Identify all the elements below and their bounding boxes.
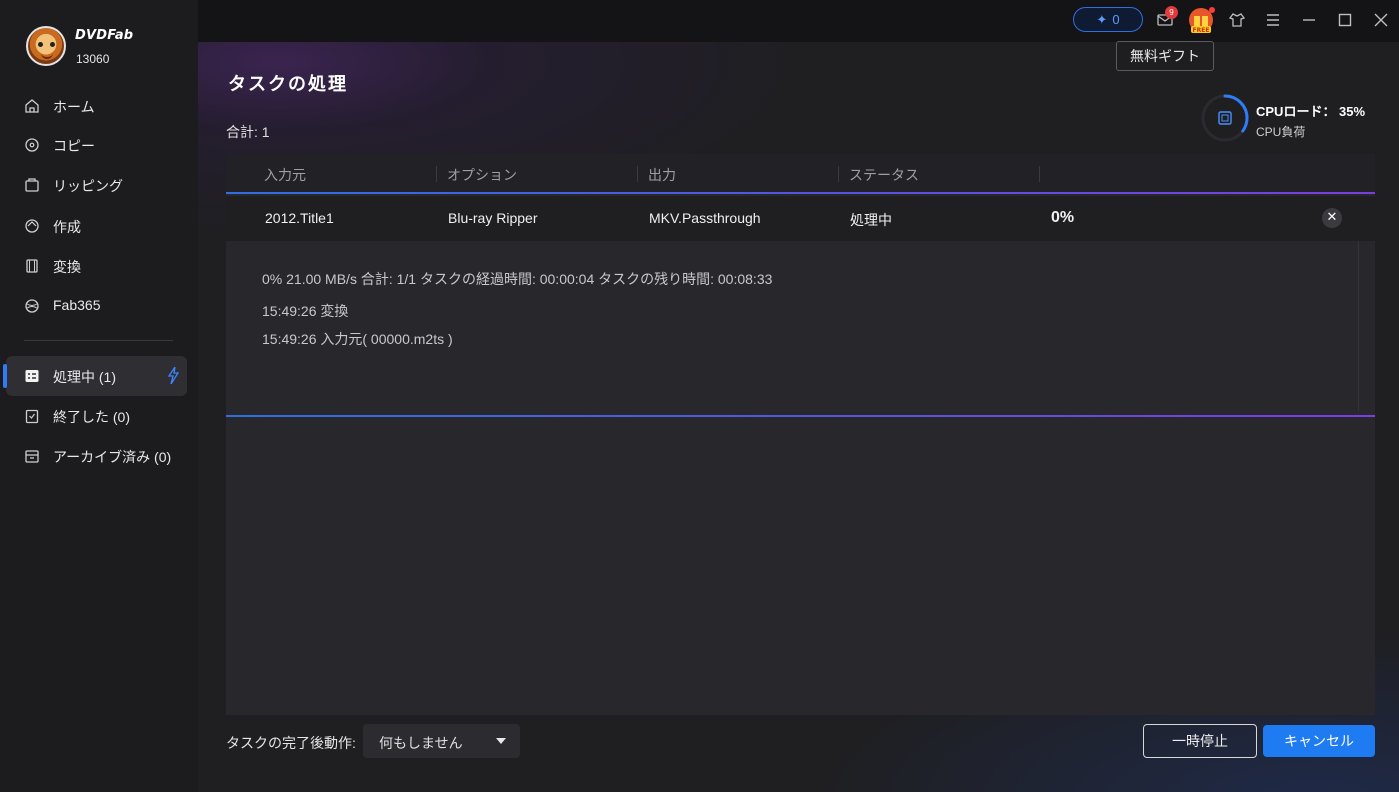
sidebar-item-home[interactable]: ホーム: [6, 86, 187, 126]
sidebar-item-fab365[interactable]: Fab365: [6, 286, 187, 326]
task-option: Blu-ray Ripper: [448, 210, 538, 226]
sidebar-item-label: 処理中 (1): [53, 369, 116, 385]
sidebar-item-copy[interactable]: コピー: [6, 125, 187, 165]
table-header: 入力元 オプション 出力 ステータス: [226, 154, 1375, 194]
table-row[interactable]: 2012.Title1 Blu-ray Ripper MKV.Passthrou…: [226, 196, 1375, 241]
sidebar-item-label: 終了した (0): [53, 409, 130, 425]
sparkle-icon: ✦: [1096, 11, 1108, 27]
sidebar-item-archived[interactable]: アーカイブ済み (0): [6, 436, 187, 476]
main-content: タスクの処理 合計: 1 CPUロード： 35% CPU負荷 入力元 オプション…: [198, 42, 1399, 792]
creator-icon: [25, 219, 39, 233]
remove-task-button[interactable]: ✕: [1322, 208, 1342, 228]
task-detail: 0% 21.00 MB/s 合計: 1/1 タスクの経過時間: 00:00:04…: [226, 241, 1375, 417]
task-output: MKV.Passthrough: [649, 210, 761, 226]
sidebar-item-creator[interactable]: 作成: [6, 206, 187, 246]
menu-icon[interactable]: [1264, 11, 1282, 29]
converter-icon: [26, 259, 38, 273]
lightning-icon: [167, 367, 179, 384]
copy-icon: [25, 138, 39, 152]
column-header-output: 出力: [648, 167, 676, 183]
task-progress: 0%: [1051, 209, 1075, 226]
sidebar-item-ripper[interactable]: リッピング: [6, 165, 187, 205]
sidebar-divider: [24, 340, 173, 341]
task-summary-line: 0% 21.00 MB/s 合計: 1/1 タスクの経過時間: 00:00:04…: [262, 271, 773, 287]
cpu-load-ring: [1201, 94, 1249, 142]
column-separator: [1039, 166, 1040, 182]
column-separator: [838, 166, 839, 182]
maximize-icon[interactable]: [1336, 11, 1354, 29]
brand-name: DVDFab: [75, 28, 134, 43]
log-line: 15:49:26 変換: [262, 303, 349, 319]
finished-icon: [25, 409, 39, 424]
chevron-down-icon: [496, 738, 506, 744]
close-icon[interactable]: [1372, 11, 1390, 29]
cpu-load-subtitle: CPU負荷: [1256, 125, 1306, 139]
column-separator: [436, 166, 437, 182]
free-gift-icon[interactable]: FREE: [1187, 7, 1215, 35]
active-indicator: [3, 364, 7, 388]
dvdfab-logo: [26, 26, 66, 66]
cpu-load-title: CPUロード： 35%: [1256, 104, 1366, 119]
log-line: 15:49:26 入力元( 00000.m2ts ): [262, 331, 453, 347]
cancel-button[interactable]: キャンセル: [1263, 725, 1375, 757]
sidebar-item-label: リッピング: [53, 178, 123, 194]
sidebar: DVDFab 13060 ホーム コピー リッピング 作成 変換 Fab365 …: [0, 0, 198, 792]
sidebar-item-label: Fab365: [53, 297, 101, 313]
sidebar-item-label: 変換: [53, 259, 81, 275]
pause-button[interactable]: 一時停止: [1143, 724, 1257, 758]
brand-version: 13060: [76, 52, 110, 66]
ripper-icon: [25, 178, 39, 192]
sidebar-item-label: コピー: [53, 138, 95, 154]
sidebar-item-label: ホーム: [53, 99, 95, 115]
titlebar: ✦ 0 9 FREE: [198, 0, 1399, 42]
sidebar-item-converter[interactable]: 変換: [6, 246, 187, 286]
minimize-icon[interactable]: [1300, 11, 1318, 29]
archive-icon: [25, 450, 39, 463]
brand: DVDFab 13060: [26, 26, 186, 70]
column-header-source: 入力元: [264, 167, 306, 183]
column-header-status: ステータス: [849, 167, 919, 183]
column-header-option: オプション: [447, 167, 517, 183]
sidebar-item-finished[interactable]: 終了した (0): [6, 396, 187, 436]
detail-border: [1358, 241, 1359, 411]
theme-icon[interactable]: [1228, 11, 1246, 29]
task-total: 合計: 1: [226, 124, 270, 140]
sidebar-item-processing[interactable]: 処理中 (1): [3, 356, 187, 396]
after-task-select[interactable]: 何もしません: [363, 724, 520, 758]
task-source: 2012.Title1: [265, 210, 334, 226]
after-task-value: 何もしません: [379, 735, 463, 751]
task-status: 処理中: [850, 212, 892, 228]
task-table: 入力元 オプション 出力 ステータス 2012.Title1 Blu-ray R…: [226, 154, 1375, 715]
task-list-icon: [25, 370, 39, 382]
credits-button[interactable]: ✦ 0: [1073, 7, 1143, 32]
notification-badge: 9: [1165, 6, 1178, 19]
sidebar-item-label: アーカイブ済み (0): [53, 449, 172, 465]
sidebar-item-label: 作成: [53, 219, 81, 235]
column-separator: [637, 166, 638, 182]
gift-tag-text: FREE: [1193, 27, 1210, 34]
fab365-icon: [25, 299, 39, 313]
credits-count: 0: [1112, 12, 1120, 27]
close-icon: ✕: [1326, 210, 1338, 225]
page-title: タスクの処理: [228, 74, 348, 95]
cpu-chip-icon: [1218, 111, 1232, 125]
home-icon: [25, 99, 39, 113]
gift-tooltip: 無料ギフト: [1116, 41, 1214, 71]
cpu-load-widget: CPUロード： 35% CPU負荷: [1201, 94, 1391, 144]
after-task-label: タスクの完了後動作:: [226, 735, 356, 751]
